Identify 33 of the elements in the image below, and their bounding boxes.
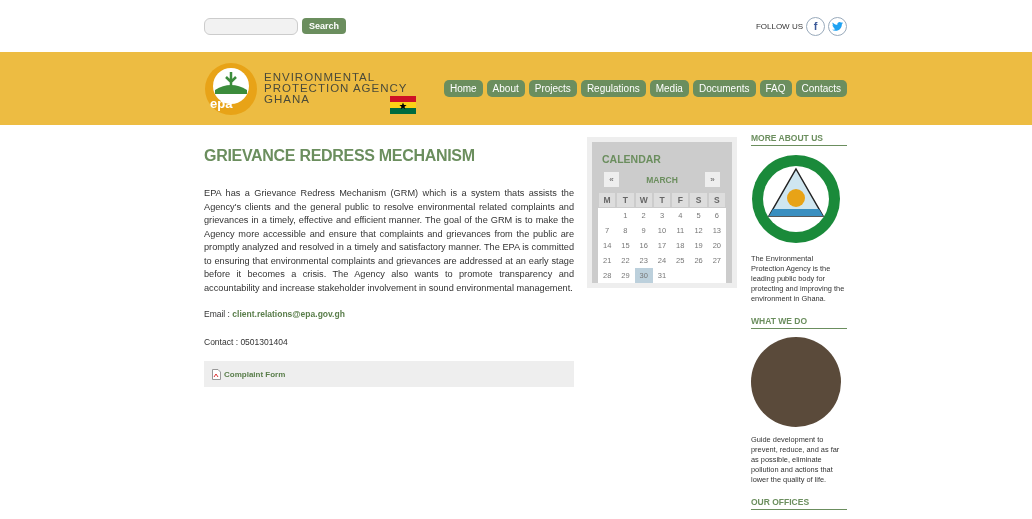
complaint-form-link[interactable]: Complaint Form	[224, 369, 286, 379]
nav-link[interactable]: FAQ	[759, 80, 792, 97]
previous-month-button[interactable]: «	[604, 172, 619, 187]
pdf-file-icon	[212, 368, 221, 380]
flag-icon	[389, 95, 416, 114]
nav-link[interactable]: Projects	[528, 80, 577, 97]
nav-link[interactable]: Home	[443, 80, 483, 97]
weekday-header: M	[598, 192, 617, 208]
follow-us-label: FOLLOW US	[755, 21, 803, 31]
nav-link[interactable]: Media	[649, 80, 689, 97]
page-title: GRIEVANCE REDRESS MECHANISM	[204, 147, 476, 165]
nav-link[interactable]: Contacts	[795, 80, 847, 97]
facebook-icon[interactable]: f	[806, 16, 825, 36]
bird-icon[interactable]	[828, 16, 847, 36]
email-label: Email :	[204, 309, 231, 319]
nav-link[interactable]: Documents	[692, 80, 756, 97]
weekday-header: S	[689, 192, 708, 208]
month-label: MARCH	[646, 174, 678, 185]
body-paragraph: EPA has a Grievance Redress Mechanism (GRM) which is a system thats assists the Agency's clients and the general public to resolve environmental related complaints and grievances in a timely, effective and efficient manner. The goal of the GRM is to make the Agency more accessible and ensure that complaints and grievances from the public are promptly analyzed and resolved in a timely and satisfactory manner. The EPA is committed to ensuring that environmental complaints and grievances are addressed at an early stage before it becomes a crisis. The Agency also wants to promote transparency and accountability and increase stakeholder involvement in sound environmental management.	[204, 187, 574, 295]
agency-name: ENVIRONMENTAL PROTECTION AGENCY GHANA	[264, 72, 408, 105]
nav-link[interactable]: About	[486, 80, 525, 97]
calendar-title: CALENDAR	[602, 153, 662, 165]
section-heading: MORE ABOUT US	[751, 133, 847, 146]
email-link[interactable]: client.relations@epa.gov.gh	[232, 309, 345, 319]
contact-text: Contact : 0501301404	[204, 337, 289, 347]
section-heading: OUR OFFICES	[751, 497, 847, 510]
nav-link[interactable]: Regulations	[580, 80, 646, 97]
search-field[interactable]	[204, 17, 298, 35]
weekday-header: F	[671, 192, 690, 208]
next-month-button[interactable]: »	[705, 172, 720, 187]
weekday-header: T	[616, 192, 635, 208]
section-heading: WHAT WE DO	[751, 316, 847, 329]
search-button[interactable]: Search	[302, 18, 347, 34]
